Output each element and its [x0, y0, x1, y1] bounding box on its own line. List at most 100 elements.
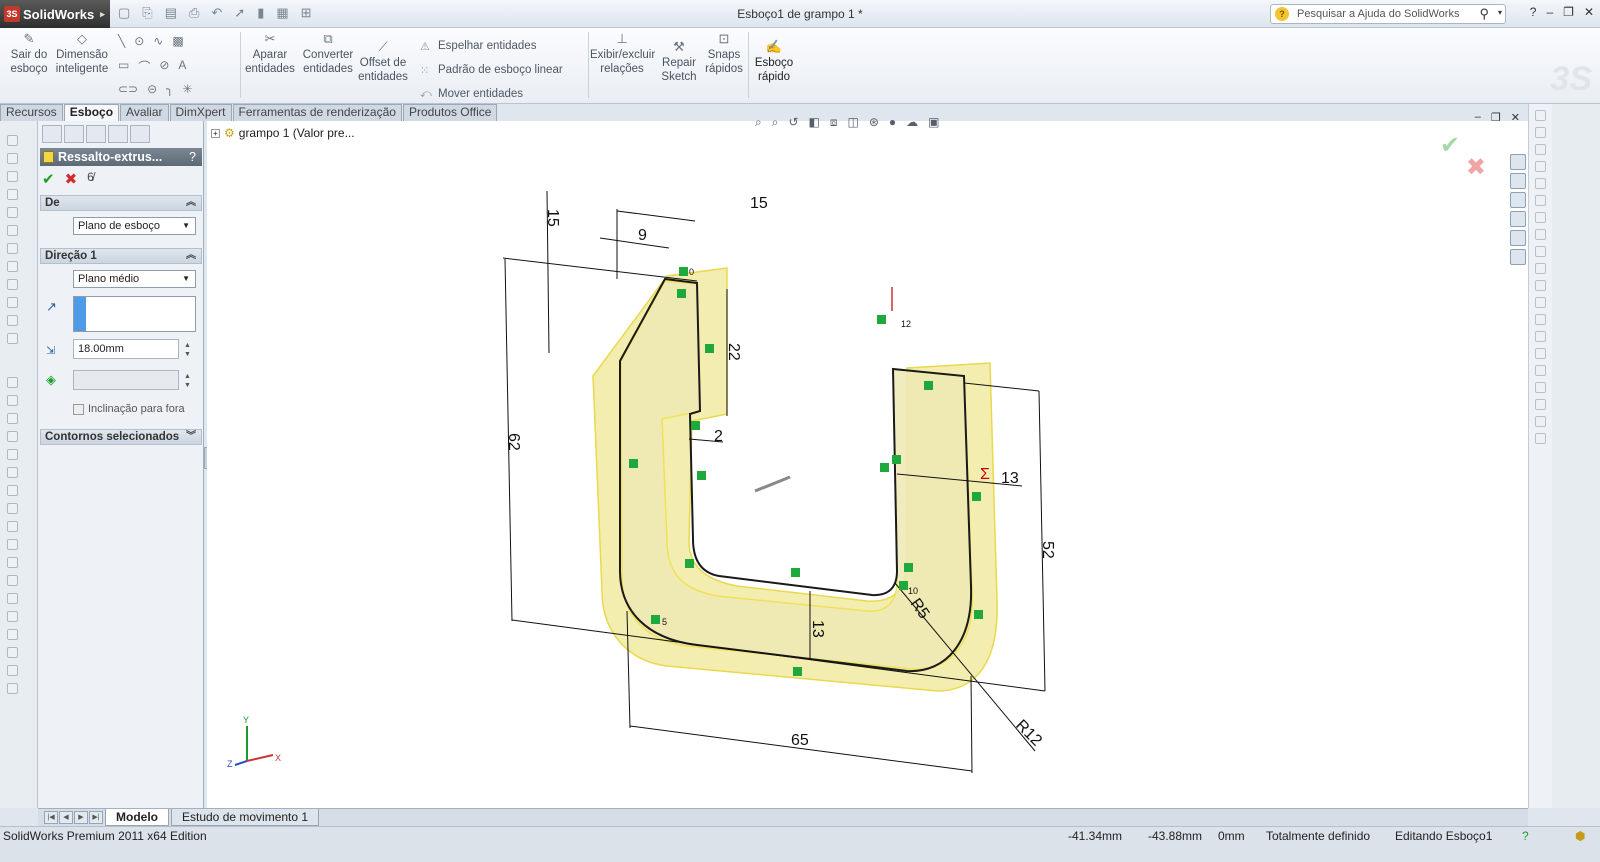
- point-icon[interactable]: ✳: [182, 82, 192, 106]
- spline-icon[interactable]: ∿: [153, 34, 163, 58]
- tool-icon[interactable]: [1535, 382, 1546, 393]
- tab-produtos-office[interactable]: Produtos Office: [402, 104, 498, 121]
- tool-icon[interactable]: [7, 683, 18, 694]
- section-direcao-1[interactable]: Direção 1 ︽: [40, 248, 202, 264]
- feature-tree-tab-icon[interactable]: [42, 125, 62, 143]
- tool-icon[interactable]: [7, 575, 18, 586]
- chevron-down-icon[interactable]: ▾: [1498, 8, 1502, 17]
- depth-spinner[interactable]: ▲ ▼: [184, 341, 191, 359]
- collapse-icon[interactable]: ︽: [186, 249, 196, 263]
- tool-icon[interactable]: [7, 449, 18, 460]
- tool-icon[interactable]: [1535, 314, 1546, 325]
- model-canvas[interactable]: Y X Z 15 15 9 22 2 62 Σ 13 52 13 65 R5 R…: [207, 121, 1528, 808]
- expand-icon[interactable]: ︾: [186, 430, 196, 444]
- dim-13-right[interactable]: 13: [1001, 470, 1019, 487]
- exit-sketch-button[interactable]: ✎ Sair do esboço: [8, 32, 50, 76]
- search-input[interactable]: Pesquisar a Ajuda do SolidWorks: [1297, 8, 1459, 20]
- tool-icon[interactable]: [1535, 433, 1546, 444]
- home-icon[interactable]: [1510, 154, 1526, 170]
- tool-icon[interactable]: [7, 521, 18, 532]
- rectangle-icon[interactable]: ▭: [118, 58, 129, 82]
- file-explorer-icon[interactable]: [1510, 192, 1526, 208]
- tab-esboco[interactable]: Esboço: [63, 104, 120, 121]
- direction-selection-box[interactable]: [73, 296, 196, 332]
- section-de[interactable]: De ︽: [40, 195, 202, 211]
- tool-icon[interactable]: [7, 189, 18, 200]
- tool-icon[interactable]: [7, 557, 18, 568]
- undo-icon[interactable]: ↶: [211, 5, 222, 21]
- dim-13-bottom[interactable]: 13: [809, 620, 826, 638]
- dim-65[interactable]: 65: [791, 732, 809, 749]
- tool-icon[interactable]: [7, 207, 18, 218]
- linear-pattern-button[interactable]: ⁙ Padrão de esboço linear: [420, 58, 590, 82]
- search-icon[interactable]: ⚲: [1479, 6, 1489, 22]
- save-icon[interactable]: ▤: [165, 5, 177, 21]
- tool-icon[interactable]: [1535, 212, 1546, 223]
- design-library-icon[interactable]: [1510, 173, 1526, 189]
- smart-dimension-button[interactable]: ◇ Dimensão inteligente: [54, 32, 110, 76]
- dimxpert-tab-icon[interactable]: [108, 125, 128, 143]
- tool-icon[interactable]: [7, 261, 18, 272]
- tool-icon[interactable]: [7, 611, 18, 622]
- select-icon[interactable]: ➚: [234, 5, 245, 21]
- tool-icon[interactable]: [1535, 127, 1546, 138]
- tool-icon[interactable]: [7, 315, 18, 326]
- tool-icon[interactable]: [1535, 280, 1546, 291]
- tab-recursos[interactable]: Recursos: [0, 104, 63, 121]
- move-entities-button[interactable]: ⤺ Mover entidades: [420, 82, 590, 106]
- last-tab-icon[interactable]: ▶|: [89, 811, 103, 824]
- tool-icon[interactable]: [7, 135, 18, 146]
- text-icon[interactable]: A: [178, 58, 186, 82]
- tool-icon[interactable]: [7, 485, 18, 496]
- tool-icon[interactable]: [7, 431, 18, 442]
- tool-icon[interactable]: [7, 243, 18, 254]
- ok-icon[interactable]: ✔: [42, 170, 55, 188]
- direction-arrow-icon[interactable]: ↗: [46, 299, 57, 315]
- preview-icon[interactable]: 6̸: [87, 170, 94, 188]
- help-status-icon[interactable]: ?: [1522, 827, 1529, 846]
- custom-props-icon[interactable]: [1510, 249, 1526, 265]
- tool-icon[interactable]: [1535, 178, 1546, 189]
- property-manager-tab-icon[interactable]: [64, 125, 84, 143]
- tool-icon[interactable]: [1535, 263, 1546, 274]
- depth-input[interactable]: 18.00mm: [73, 339, 179, 359]
- tab-estudo-movimento[interactable]: Estudo de movimento 1: [171, 809, 320, 826]
- configuration-tab-icon[interactable]: [86, 125, 106, 143]
- tab-modelo[interactable]: Modelo: [105, 809, 169, 826]
- slot-icon[interactable]: ⊂⊃: [118, 82, 138, 106]
- solidworks-logo[interactable]: 3S SolidWorks ▸: [0, 0, 110, 28]
- sketch-box-icon[interactable]: ▩: [172, 34, 183, 58]
- tool-icon[interactable]: [1535, 399, 1546, 410]
- tool-icon[interactable]: [1535, 161, 1546, 172]
- tool-icon[interactable]: [7, 647, 18, 658]
- minimize-icon[interactable]: –: [1546, 5, 1553, 19]
- dim-15-side[interactable]: 15: [544, 209, 561, 227]
- tool-icon[interactable]: [1535, 416, 1546, 427]
- tool-icon[interactable]: [7, 593, 18, 604]
- convert-entities-button[interactable]: ⧉ Converter entidades: [300, 32, 356, 76]
- dim-r12[interactable]: R12: [1012, 717, 1045, 750]
- appearances-icon[interactable]: [1510, 230, 1526, 246]
- tool-icon[interactable]: [7, 467, 18, 478]
- help-search[interactable]: ? Pesquisar a Ajuda do SolidWorks ⚲ ▾: [1270, 4, 1506, 24]
- dim-52[interactable]: 52: [1039, 541, 1056, 559]
- line-icon[interactable]: ╲: [118, 34, 125, 58]
- menu-arrow-icon[interactable]: ▸: [100, 9, 105, 20]
- next-tab-icon[interactable]: ▶: [74, 811, 88, 824]
- first-tab-icon[interactable]: |◀: [44, 811, 58, 824]
- draft-icon[interactable]: ◈: [46, 372, 56, 388]
- restore-icon[interactable]: ❐: [1563, 5, 1574, 19]
- polygon-icon[interactable]: ⊝: [147, 82, 157, 106]
- print-icon[interactable]: ⎙: [189, 5, 199, 21]
- tool-icon[interactable]: [7, 279, 18, 290]
- options-icon[interactable]: ⊞: [301, 5, 312, 21]
- view-palette-icon[interactable]: [1510, 211, 1526, 227]
- tool-icon[interactable]: [7, 539, 18, 550]
- tab-renderizacao[interactable]: Ferramentas de renderização: [232, 104, 402, 121]
- trim-entities-button[interactable]: ✂ Aparar entidades: [244, 32, 296, 76]
- cancel-icon[interactable]: ✖: [65, 170, 78, 188]
- mirror-entities-button[interactable]: ⚠ Espelhar entidades: [420, 34, 590, 58]
- dim-15-top[interactable]: 15: [750, 195, 768, 212]
- dim-22[interactable]: 22: [725, 343, 742, 361]
- offset-entities-button[interactable]: ⟋ Offset de entidades: [358, 40, 408, 84]
